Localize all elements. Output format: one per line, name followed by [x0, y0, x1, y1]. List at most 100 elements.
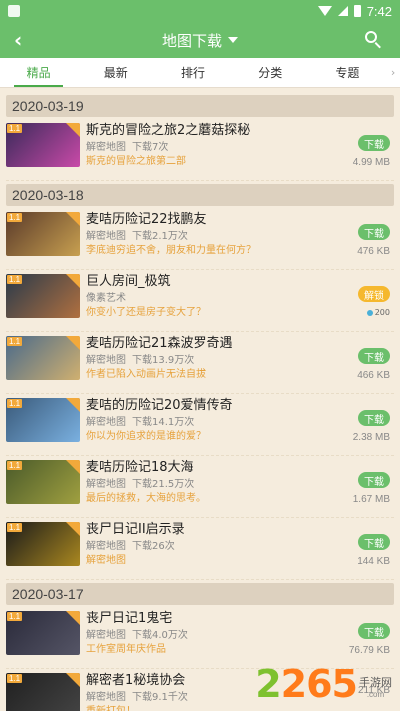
tab-featured[interactable]: 精品	[0, 58, 77, 87]
download-button[interactable]: 下载	[358, 410, 390, 426]
site-watermark: 2265 手游网 .com	[255, 665, 392, 703]
signal-icon	[337, 6, 348, 16]
map-description: 你变小了还是房子变大了？	[86, 307, 206, 318]
map-title: 巨人房间_极筑	[86, 274, 171, 289]
date-header: 2020-03-18	[6, 184, 394, 206]
map-downloads: 下载7次	[132, 142, 169, 153]
page-title-dropdown[interactable]: 地图下载	[162, 30, 238, 51]
date-header: 2020-03-17	[6, 583, 394, 605]
watermark-logo: 2265	[255, 662, 358, 706]
download-button[interactable]: 下载	[358, 135, 390, 151]
list-item[interactable]: 1.1 斯克的冒险之旅2之蘑菇探秘 解密地图 下载7次 斯克的冒险之旅第二部 下载…	[6, 121, 394, 181]
status-bar: 7:42	[0, 0, 400, 22]
version-badge: 1.1	[7, 461, 23, 470]
download-button[interactable]: 下载	[358, 472, 390, 488]
map-title: 斯克的冒险之旅2之蘑菇探秘	[86, 123, 251, 138]
map-category: 解密地图	[86, 142, 126, 153]
map-description: 作者已陷入动画片无法自拔	[86, 369, 206, 380]
search-icon[interactable]	[362, 28, 386, 52]
file-size: 466 KB	[357, 370, 390, 381]
map-downloads: 下载14.1万次	[132, 417, 195, 428]
map-category: 解密地图	[86, 479, 126, 490]
map-category: 解密地图	[86, 231, 126, 242]
map-downloads: 下载13.9万次	[132, 355, 195, 366]
version-badge: 1.1	[7, 337, 23, 346]
map-downloads: 下载9.1千次	[132, 692, 188, 703]
file-size: 76.79 KB	[348, 645, 390, 656]
file-size: 4.99 MB	[352, 157, 390, 168]
map-thumbnail: 1.1	[6, 522, 80, 566]
download-button[interactable]: 下载	[358, 224, 390, 240]
tab-category[interactable]: 分类	[232, 58, 309, 87]
map-thumbnail: 1.1	[6, 123, 80, 167]
tab-bar: 精品 最新 排行 分类 专题 ›	[0, 58, 400, 88]
list-item[interactable]: 1.1 麦咭历险记21森波罗奇遇 解密地图 下载13.9万次 作者已陷入动画片无法…	[6, 334, 394, 394]
list-item[interactable]: 1.1 丧尸日记II启示录 解密地图 下载26次 解密地图 下载 144 KB	[6, 520, 394, 580]
map-thumbnail: 1.1	[6, 212, 80, 256]
version-badge: 1.1	[7, 399, 23, 408]
map-meta: 解密地图 下载14.1万次	[86, 416, 394, 429]
corner-ribbon	[66, 460, 80, 474]
list-item[interactable]: 1.1 麦咭历险记18大海 解密地图 下载21.5万次 最后的拯救，大海的思考。 …	[6, 458, 394, 518]
tab-topics[interactable]: 专题	[309, 58, 386, 87]
caret-down-icon	[228, 37, 238, 43]
map-thumbnail: 1.1	[6, 398, 80, 442]
tab-latest[interactable]: 最新	[77, 58, 154, 87]
map-title: 麦咭的历险记20爱情传奇	[86, 398, 233, 413]
version-badge: 1.1	[7, 124, 23, 133]
map-thumbnail: 1.1	[6, 274, 80, 318]
map-category: 解密地图	[86, 417, 126, 428]
map-meta: 解密地图 下载21.5万次	[86, 478, 394, 491]
watermark-suffix: .com	[366, 690, 385, 699]
status-time: 7:42	[366, 3, 392, 19]
map-downloads: 下载4.0万次	[132, 630, 188, 641]
unlock-button[interactable]: 解锁	[358, 286, 390, 302]
wifi-icon	[317, 6, 332, 16]
map-title: 麦咭历险记18大海	[86, 460, 194, 475]
version-badge: 1.1	[7, 213, 23, 222]
back-arrow-icon[interactable]: ‹	[14, 30, 38, 50]
download-button[interactable]: 下载	[358, 534, 390, 550]
corner-ribbon	[66, 398, 80, 412]
corner-ribbon	[66, 274, 80, 288]
map-category: 解密地图	[86, 630, 126, 641]
tab-ranking[interactable]: 排行	[154, 58, 231, 87]
map-meta: 解密地图 下载4.0万次	[86, 629, 394, 642]
map-meta: 解密地图 下载26次	[86, 540, 394, 553]
map-downloads: 下载2.1万次	[132, 231, 188, 242]
map-description: 你以为你追求的是谁的爱？	[86, 431, 206, 442]
download-button[interactable]: 下载	[358, 623, 390, 639]
map-list: 2020-03-19 1.1 斯克的冒险之旅2之蘑菇探秘 解密地图 下载7次 斯克…	[0, 88, 400, 711]
list-item[interactable]: 1.1 麦咭历险记22找鹏友 解密地图 下载2.1万次 李底迪穷追不舍，朋友和力量…	[6, 210, 394, 270]
app-bar: ‹ 地图下载	[0, 22, 400, 58]
map-meta: 解密地图 下载2.1万次	[86, 230, 394, 243]
map-meta: 解密地图 下载13.9万次	[86, 354, 394, 367]
map-thumbnail: 1.1	[6, 673, 80, 711]
map-title: 丧尸日记1鬼宅	[86, 611, 173, 626]
map-downloads: 下载21.5万次	[132, 479, 195, 490]
map-description: 李底迪穷追不舍，朋友和力量在何方？	[86, 245, 256, 256]
map-meta: 像素艺术	[86, 292, 394, 305]
map-description: 工作室周年庆作品	[86, 644, 166, 655]
corner-ribbon	[66, 522, 80, 536]
download-button[interactable]: 下载	[358, 348, 390, 364]
version-badge: 1.1	[7, 275, 23, 284]
map-title: 麦咭历险记22找鹏友	[86, 212, 207, 227]
date-header: 2020-03-19	[6, 95, 394, 117]
tab-scroll-right-icon[interactable]: ›	[386, 58, 400, 87]
version-badge: 1.1	[7, 612, 23, 621]
map-category: 像素艺术	[86, 293, 126, 304]
map-downloads: 下载26次	[132, 541, 175, 552]
list-item[interactable]: 1.1 丧尸日记1鬼宅 解密地图 下载4.0万次 工作室周年庆作品 下载 76.79…	[6, 609, 394, 669]
battery-icon	[353, 5, 361, 17]
version-badge: 1.1	[7, 523, 23, 532]
notification-icon	[8, 5, 20, 17]
list-item[interactable]: 1.1 麦咭的历险记20爱情传奇 解密地图 下载14.1万次 你以为你追求的是谁的…	[6, 396, 394, 456]
corner-ribbon	[66, 673, 80, 687]
map-meta: 解密地图 下载7次	[86, 141, 394, 154]
corner-ribbon	[66, 212, 80, 226]
map-thumbnail: 1.1	[6, 336, 80, 380]
list-item[interactable]: 1.1 巨人房间_极筑 像素艺术 你变小了还是房子变大了？ 解锁 200	[6, 272, 394, 332]
map-description: 斯克的冒险之旅第二部	[86, 156, 186, 167]
corner-ribbon	[66, 123, 80, 137]
